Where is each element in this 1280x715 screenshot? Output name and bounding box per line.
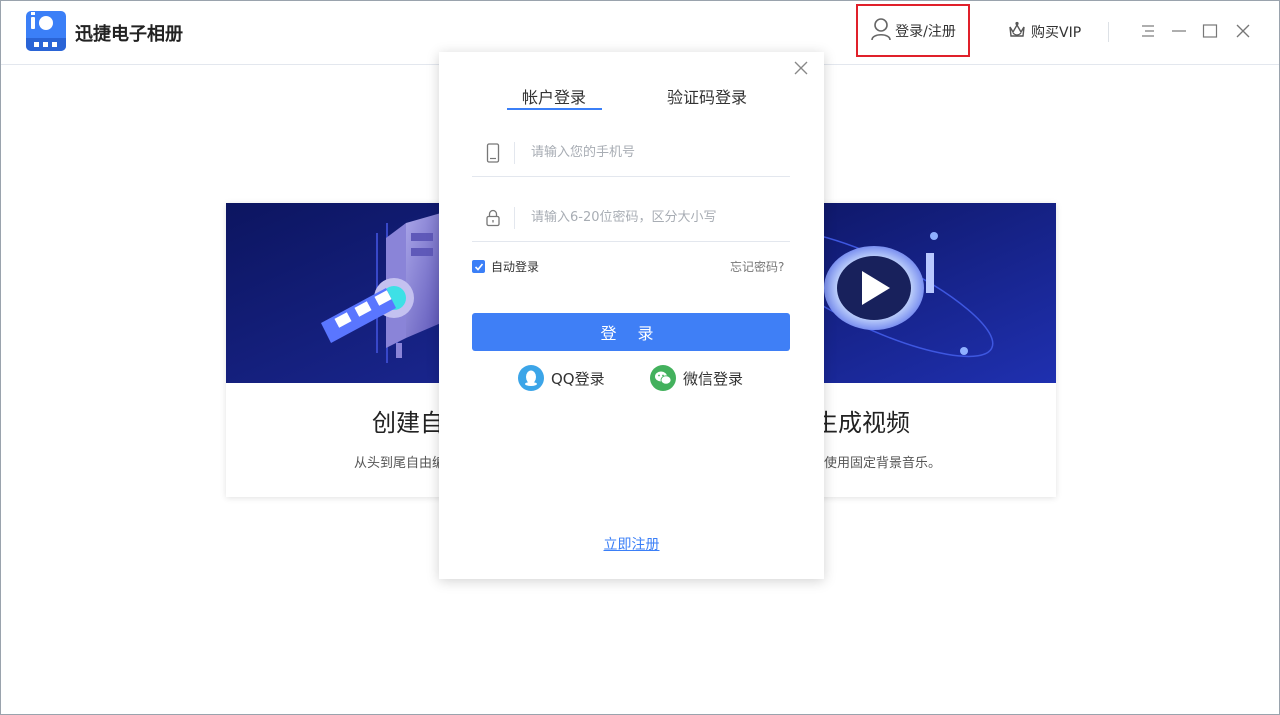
login-register-button[interactable]: 登录/注册 <box>856 4 970 57</box>
tab-account-login[interactable]: 帐户登录 <box>522 84 586 108</box>
buy-vip-button[interactable]: 购买VIP <box>1007 21 1081 43</box>
minimize-icon[interactable] <box>1170 21 1188 41</box>
qq-login-button[interactable]: QQ登录 <box>518 365 605 391</box>
password-field <box>472 194 790 242</box>
lock-icon <box>472 209 514 227</box>
auto-login-option[interactable]: 自动登录 <box>472 258 539 275</box>
login-button[interactable]: 登 录 <box>472 313 790 351</box>
wechat-login-button[interactable]: 微信登录 <box>650 365 743 391</box>
tab-code-login[interactable]: 验证码登录 <box>667 84 747 108</box>
forgot-password-link[interactable]: 忘记密码? <box>730 258 784 275</box>
maximize-icon[interactable] <box>1201 21 1219 41</box>
user-icon <box>870 17 892 45</box>
phone-icon <box>472 142 514 163</box>
login-register-label: 登录/注册 <box>895 23 956 40</box>
login-dialog: 帐户登录 验证码登录 请输入您的手机号 自动登录 忘记密码? 登 录 QQ登录 … <box>439 52 824 579</box>
crown-icon <box>1007 20 1027 44</box>
menu-icon[interactable] <box>1139 21 1157 41</box>
app-window: 迅捷电子相册 登录/注册 购买VIP 创建自定义 从头到尾自由编辑，自定义 速生… <box>0 0 1280 715</box>
close-window-icon[interactable] <box>1234 21 1252 41</box>
wechat-login-label: 微信登录 <box>683 369 744 388</box>
qq-icon <box>518 365 544 391</box>
auto-login-checkbox[interactable] <box>472 260 485 273</box>
phone-input[interactable] <box>531 145 781 160</box>
app-logo-icon <box>26 11 66 51</box>
register-link[interactable]: 立即注册 <box>439 534 824 554</box>
auto-login-label: 自动登录 <box>491 260 540 274</box>
buy-vip-label: 购买VIP <box>1031 25 1082 41</box>
active-tab-indicator <box>507 108 602 110</box>
header-divider <box>1108 22 1109 42</box>
close-icon[interactable] <box>793 60 809 76</box>
phone-field <box>472 129 790 177</box>
password-input[interactable] <box>531 210 781 225</box>
qq-login-label: QQ登录 <box>551 369 605 388</box>
wechat-icon <box>650 365 676 391</box>
app-title: 迅捷电子相册 <box>75 24 183 45</box>
